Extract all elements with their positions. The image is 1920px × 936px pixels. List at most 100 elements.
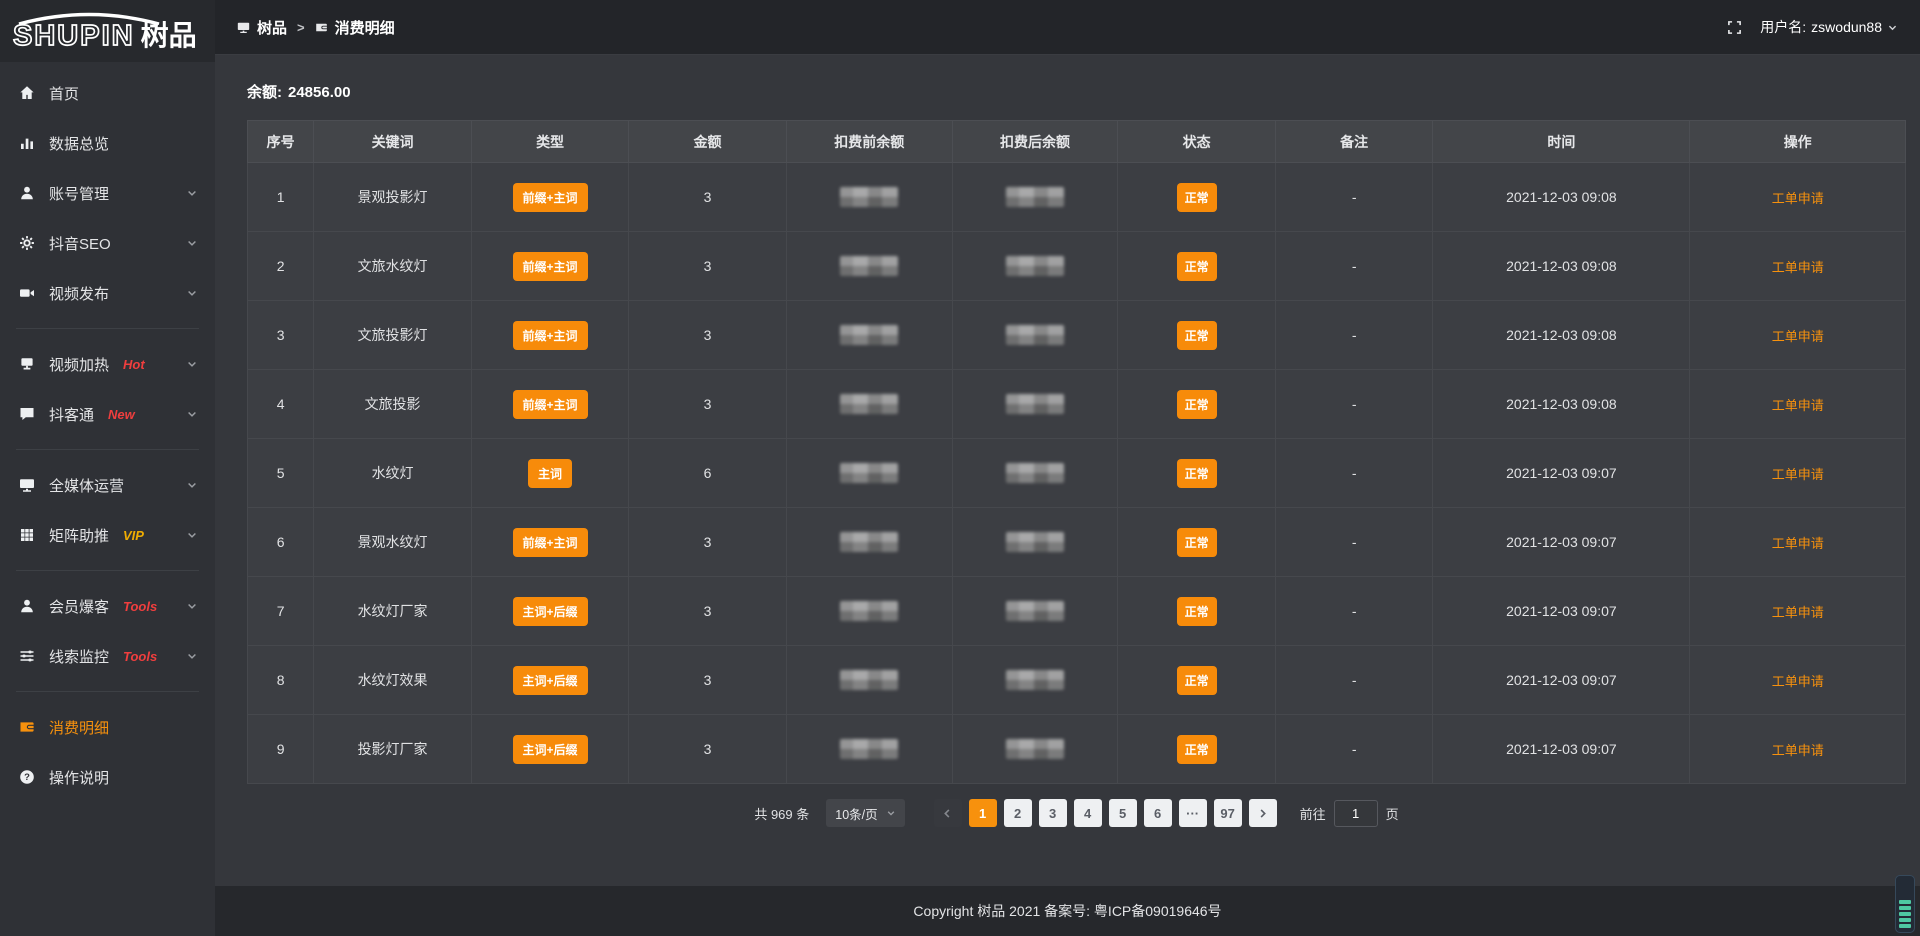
topbar: 树品 > 消费明细 用户名: zswodun88	[215, 0, 1920, 55]
sidebar-item-data-overview[interactable]: 数据总览	[0, 118, 215, 168]
sidebar-item-label: 视频发布	[49, 283, 109, 304]
next-page-button[interactable]	[1249, 799, 1277, 827]
cell-note: -	[1275, 439, 1433, 508]
hot-tag: Hot	[123, 357, 145, 372]
sidebar-item-instructions[interactable]: ? 操作说明	[0, 752, 215, 802]
user-menu[interactable]: 用户名: zswodun88	[1760, 17, 1898, 37]
sidebar-item-matrix-boost[interactable]: 矩阵助推 VIP	[0, 510, 215, 560]
work-order-link[interactable]: 工单申请	[1772, 260, 1824, 275]
cell-note: -	[1275, 577, 1433, 646]
work-order-link[interactable]: 工单申请	[1772, 605, 1824, 620]
redacted-balance-after	[1006, 739, 1064, 759]
chevron-down-icon	[186, 358, 198, 370]
cell-time: 2021-12-03 09:07	[1433, 646, 1690, 715]
sidebar-item-douketong[interactable]: 抖客通 New	[0, 389, 215, 439]
sidebar-item-all-media[interactable]: 全媒体运营	[0, 460, 215, 510]
consumption-table: 序号 关键词 类型 金额 扣费前余额 扣费后余额 状态 备注 时间 操作 1	[247, 120, 1906, 784]
page-button-2[interactable]: 2	[1004, 799, 1032, 827]
sidebar-item-lead-monitor[interactable]: 线索监控 Tools	[0, 631, 215, 681]
cell-keyword: 文旅投影灯	[314, 301, 472, 370]
cell-amount: 3	[629, 301, 787, 370]
redacted-balance-after	[1006, 532, 1064, 552]
page-size-select[interactable]: 10条/页	[826, 799, 904, 827]
table-row: 9 投影灯厂家 主词+后缀 3 正常 - 2021-12-03 09:07 工单…	[248, 715, 1906, 784]
redacted-balance-after	[1006, 463, 1064, 483]
work-order-link[interactable]: 工单申请	[1772, 329, 1824, 344]
work-order-link[interactable]: 工单申请	[1772, 398, 1824, 413]
page-button-6[interactable]: 6	[1144, 799, 1172, 827]
cell-time: 2021-12-03 09:08	[1433, 301, 1690, 370]
cell-index: 6	[248, 508, 314, 577]
floating-widget[interactable]	[1895, 875, 1915, 933]
redacted-balance-before	[840, 670, 898, 690]
work-order-link[interactable]: 工单申请	[1772, 536, 1824, 551]
pagination-total: 共 969 条	[754, 804, 809, 823]
sidebar-item-consumption-detail[interactable]: 消费明细	[0, 702, 215, 752]
col-type: 类型	[471, 121, 629, 163]
chevron-down-icon	[886, 808, 896, 818]
goto-page-input[interactable]	[1334, 800, 1378, 827]
work-order-link[interactable]: 工单申请	[1772, 467, 1824, 482]
work-order-link[interactable]: 工单申请	[1772, 743, 1824, 758]
cell-time: 2021-12-03 09:07	[1433, 577, 1690, 646]
goto-page: 前往 页	[1300, 800, 1399, 827]
video-camera-icon	[17, 285, 36, 301]
cell-index: 4	[248, 370, 314, 439]
sidebar-item-home[interactable]: 首页	[0, 68, 215, 118]
sidebar-divider	[16, 328, 199, 329]
col-action: 操作	[1690, 121, 1906, 163]
page-button-4[interactable]: 4	[1074, 799, 1102, 827]
breadcrumb-item-current: 消费明细	[335, 17, 395, 38]
work-order-link[interactable]: 工单申请	[1772, 191, 1824, 206]
username-label: 用户名:	[1760, 17, 1806, 37]
logo-text-cn: 树品	[141, 22, 197, 50]
sidebar-item-video-publish[interactable]: 视频发布	[0, 268, 215, 318]
wallet-icon	[315, 21, 328, 34]
chevron-down-icon	[186, 287, 198, 299]
status-badge: 正常	[1177, 390, 1217, 419]
cell-index: 9	[248, 715, 314, 784]
page-ellipsis-button[interactable]: ···	[1179, 799, 1207, 827]
col-balance-after: 扣费后余额	[952, 121, 1118, 163]
goto-label: 前往	[1300, 804, 1326, 823]
cell-note: -	[1275, 301, 1433, 370]
brand-logo[interactable]: SHUPIN 树品	[0, 0, 215, 62]
widget-bar	[1899, 924, 1911, 928]
sidebar-nav: 首页 数据总览 账号管理 抖音SEO 视频发布	[0, 62, 215, 802]
chevron-down-icon	[186, 529, 198, 541]
cell-amount: 3	[629, 163, 787, 232]
cell-amount: 3	[629, 508, 787, 577]
balance-value: 24856.00	[288, 84, 351, 101]
sidebar-item-video-heat[interactable]: 视频加热 Hot	[0, 339, 215, 389]
breadcrumb-item-home[interactable]: 树品	[257, 17, 287, 38]
chevron-right-icon	[1257, 808, 1268, 819]
bar-chart-icon	[17, 135, 36, 151]
chat-icon	[17, 406, 36, 422]
page-button-3[interactable]: 3	[1039, 799, 1067, 827]
page-button-last[interactable]: 97	[1214, 799, 1242, 827]
sidebar-item-account[interactable]: 账号管理	[0, 168, 215, 218]
table-row: 2 文旅水纹灯 前缀+主词 3 正常 - 2021-12-03 09:08 工单…	[248, 232, 1906, 301]
page-button-1[interactable]: 1	[969, 799, 997, 827]
redacted-balance-before	[840, 187, 898, 207]
cell-time: 2021-12-03 09:07	[1433, 439, 1690, 508]
cell-index: 1	[248, 163, 314, 232]
cell-index: 7	[248, 577, 314, 646]
user-icon	[17, 185, 36, 201]
cell-keyword: 水纹灯厂家	[314, 577, 472, 646]
monitor-icon	[237, 21, 250, 34]
chevron-left-icon	[942, 808, 953, 819]
prev-page-button[interactable]	[934, 799, 962, 827]
fullscreen-icon[interactable]	[1727, 20, 1742, 35]
sidebar-item-label: 数据总览	[49, 133, 109, 154]
cell-keyword: 文旅水纹灯	[314, 232, 472, 301]
sidebar-item-member-burst[interactable]: 会员爆客 Tools	[0, 581, 215, 631]
sidebar-item-douyin-seo[interactable]: 抖音SEO	[0, 218, 215, 268]
work-order-link[interactable]: 工单申请	[1772, 674, 1824, 689]
cell-time: 2021-12-03 09:08	[1433, 163, 1690, 232]
vip-tag: VIP	[123, 528, 144, 543]
logo-text-en: SHUPIN	[13, 22, 135, 51]
cell-amount: 3	[629, 715, 787, 784]
page-button-5[interactable]: 5	[1109, 799, 1137, 827]
tools-tag: Tools	[123, 599, 157, 614]
